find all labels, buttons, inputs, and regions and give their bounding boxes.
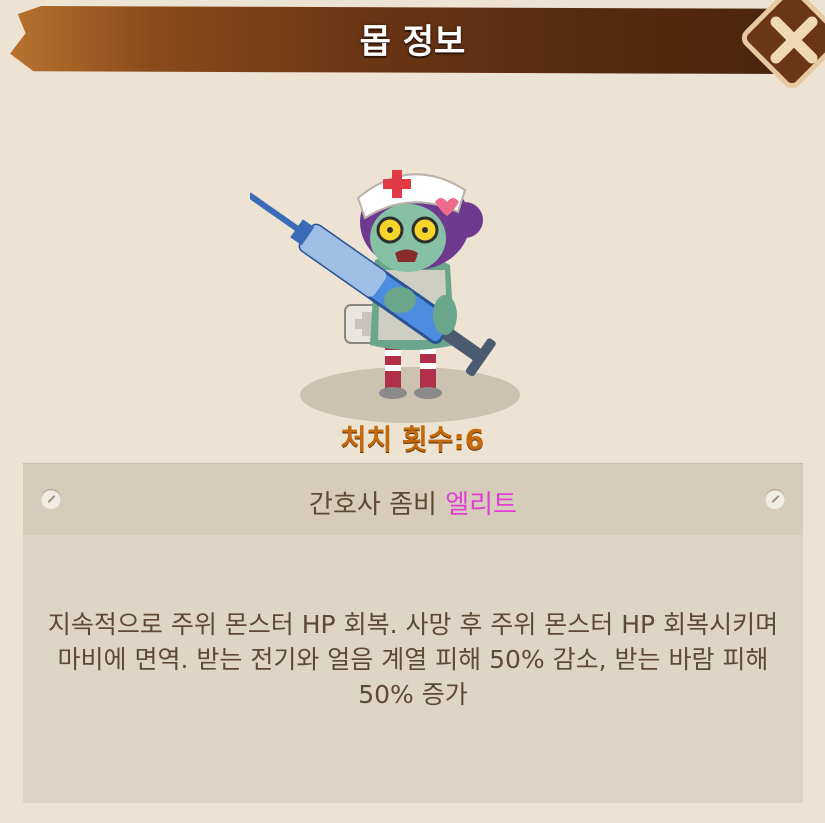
- header: 몹 정보: [0, 0, 825, 82]
- monster-name: 간호사 좀비: [309, 490, 437, 520]
- monster-portrait: [247, 150, 550, 430]
- close-x-icon: [741, 0, 825, 89]
- page-title: 몹 정보: [359, 22, 466, 62]
- kill-count: 처치 횟수:6: [340, 423, 485, 456]
- monster-name-line: 간호사 좀비 엘리트: [23, 484, 803, 521]
- monster-description-box: 지속적으로 주위 몬스터 HP 회복. 사망 후 주위 몬스터 HP 회복시키며…: [23, 535, 803, 803]
- monster-name-bar: 간호사 좀비 엘리트: [23, 463, 803, 536]
- close-button[interactable]: [740, 0, 825, 95]
- pin-icon: [765, 489, 785, 509]
- monster-description: 지속적으로 주위 몬스터 HP 회복. 사망 후 주위 몬스터 HP 회복시키며…: [47, 610, 779, 709]
- monster-rank: 엘리트: [445, 490, 517, 520]
- nurse-zombie-sprite: [247, 170, 520, 423]
